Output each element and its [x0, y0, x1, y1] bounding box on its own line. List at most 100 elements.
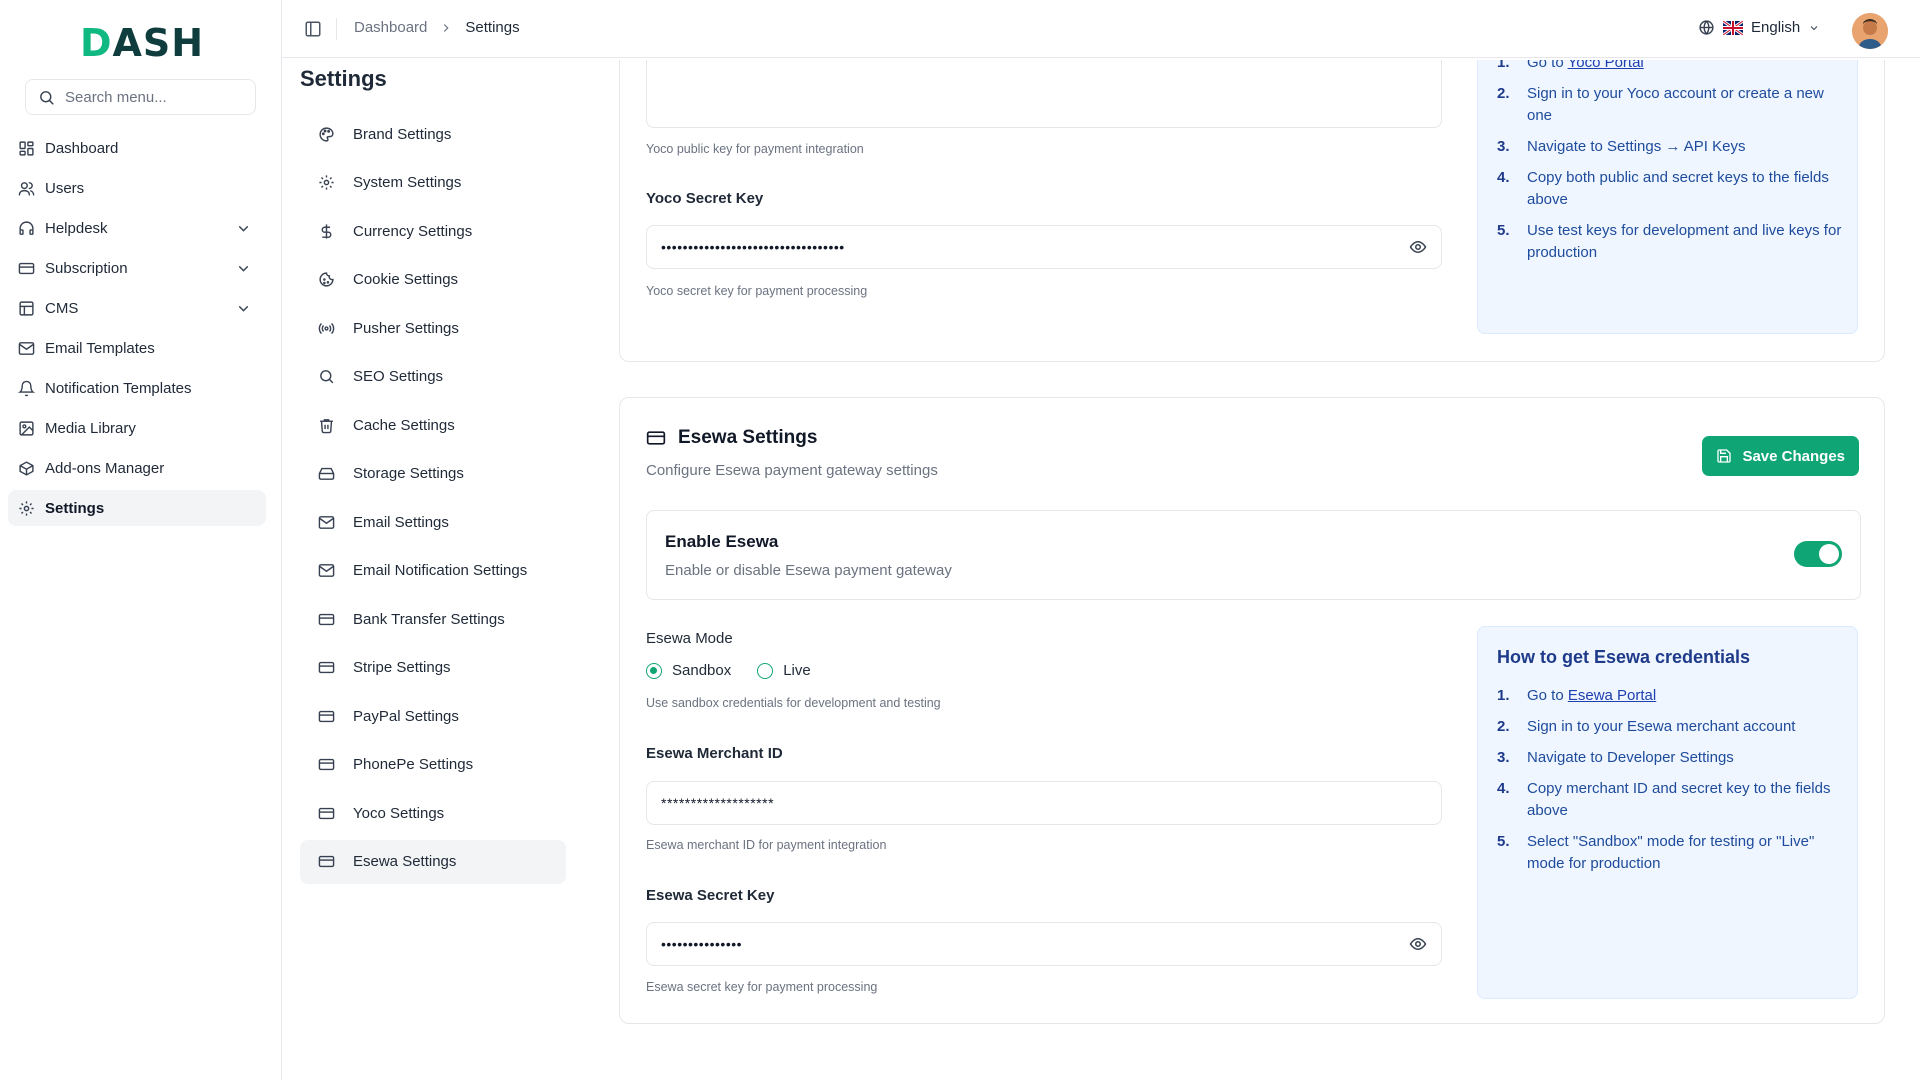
- step-number: 1.: [1497, 60, 1510, 71]
- enable-esewa-subtitle: Enable or disable Esewa payment gateway: [665, 562, 952, 579]
- esewa-mode-help: Use sandbox credentials for development …: [646, 696, 941, 710]
- yoco-public-key-input[interactable]: [646, 60, 1442, 128]
- settings-nav-seo[interactable]: SEO Settings: [300, 355, 566, 399]
- breadcrumb-dashboard[interactable]: Dashboard: [354, 19, 427, 36]
- enable-esewa-toggle[interactable]: [1794, 541, 1842, 567]
- sidebar-item-addons-manager[interactable]: Add-ons Manager: [8, 450, 266, 486]
- settings-nav-email-notification[interactable]: Email Notification Settings: [300, 549, 566, 593]
- step-number: 5.: [1497, 222, 1510, 239]
- sidebar-item-notification-templates[interactable]: Notification Templates: [8, 370, 266, 406]
- settings-nav-paypal[interactable]: PayPal Settings: [300, 694, 566, 738]
- card-icon: [318, 613, 335, 625]
- settings-nav-label: Currency Settings: [353, 222, 473, 240]
- esewa-step: 5. Select "Sandbox" mode for testing or "…: [1497, 831, 1847, 875]
- esewa-portal-link[interactable]: Esewa Portal: [1568, 687, 1656, 704]
- esewa-merchant-value: *******************: [661, 795, 775, 811]
- search-icon: [40, 90, 54, 105]
- chevron-down-icon: [238, 265, 249, 272]
- settings-nav-currency[interactable]: Currency Settings: [300, 209, 566, 253]
- sidebar-item-label: Add-ons Manager: [45, 459, 165, 477]
- chevron-right-icon: [444, 23, 449, 32]
- settings-nav-label: SEO Settings: [353, 368, 444, 385]
- sidebar-search: [25, 79, 256, 115]
- esewa-header: Esewa Settings: [646, 427, 817, 449]
- eye-icon[interactable]: [1409, 238, 1427, 256]
- esewa-merchant-input[interactable]: *******************: [646, 781, 1442, 825]
- yoco-step: 5. Use test keys for development and live…: [1497, 220, 1847, 264]
- yoco-public-key-help: Yoco public key for payment integration: [646, 142, 864, 156]
- mail-icon: [318, 515, 335, 529]
- settings-nav-cookie[interactable]: Cookie Settings: [300, 258, 566, 302]
- logo-letter-d: D: [79, 21, 113, 65]
- settings-nav-bank-transfer[interactable]: Bank Transfer Settings: [300, 597, 566, 641]
- step-text: Navigate to Developer Settings: [1527, 749, 1734, 766]
- sidebar-item-label: CMS: [45, 299, 79, 317]
- settings-nav-email[interactable]: Email Settings: [300, 500, 566, 544]
- settings-nav: Brand Settings System Settings Currency …: [300, 112, 566, 888]
- settings-nav-pusher[interactable]: Pusher Settings: [300, 306, 566, 350]
- sidebar-toggle-icon[interactable]: [304, 20, 322, 38]
- chevron-down-icon: [1810, 25, 1818, 30]
- radio-sandbox[interactable]: Sandbox: [646, 662, 731, 679]
- card-icon: [646, 431, 666, 445]
- sidebar-item-label: Helpdesk: [45, 219, 108, 237]
- sidebar-item-helpdesk[interactable]: Helpdesk: [8, 210, 266, 246]
- sidebar-item-dashboard[interactable]: Dashboard: [8, 130, 266, 166]
- broadcast-icon: [318, 322, 335, 334]
- step-text: Sign in to your Yoco account or create a…: [1527, 85, 1824, 124]
- esewa-step: 2. Sign in to your Esewa merchant account: [1497, 716, 1847, 738]
- image-icon: [19, 420, 34, 436]
- save-changes-button[interactable]: Save Changes: [1702, 436, 1859, 476]
- card-icon: [318, 661, 335, 674]
- step-number: 3.: [1497, 138, 1510, 155]
- sidebar-item-users[interactable]: Users: [8, 170, 266, 206]
- settings-nav-yoco[interactable]: Yoco Settings: [300, 791, 566, 835]
- esewa-step: 3. Navigate to Developer Settings: [1497, 747, 1847, 769]
- yoco-portal-link[interactable]: Yoco Portal: [1568, 60, 1644, 71]
- yoco-secret-key-help: Yoco secret key for payment processing: [646, 284, 868, 298]
- main-nav: Dashboard Users Helpdesk Subscription CM…: [8, 130, 266, 530]
- settings-nav-system[interactable]: System Settings: [300, 161, 566, 205]
- step-text: Sign in to your Esewa merchant account: [1527, 718, 1796, 735]
- sidebar-item-subscription[interactable]: Subscription: [8, 250, 266, 286]
- headset-icon: [19, 220, 34, 235]
- settings-nav-stripe[interactable]: Stripe Settings: [300, 646, 566, 690]
- layout-icon: [19, 300, 34, 316]
- search-icon: [320, 370, 334, 384]
- yoco-instructions-box: 1. Go to Yoco Portal 2. Sign in to your Yo…: [1477, 60, 1858, 334]
- esewa-instructions-box: How to get Esewa credentials 1. Go to Ese…: [1477, 626, 1858, 999]
- logo-text: DASH: [80, 22, 204, 64]
- step-number: 2.: [1497, 85, 1510, 102]
- bell-icon: [18, 380, 35, 396]
- sidebar-item-settings[interactable]: Settings: [8, 490, 266, 526]
- yoco-secret-key-input[interactable]: ••••••••••••••••••••••••••••••••••: [646, 225, 1442, 269]
- save-changes-label: Save Changes: [1742, 447, 1845, 465]
- sidebar-item-email-templates[interactable]: Email Templates: [8, 330, 266, 366]
- sidebar-item-cms[interactable]: CMS: [8, 290, 266, 326]
- logo-letters: ASH: [112, 21, 205, 65]
- yoco-secret-key-value: ••••••••••••••••••••••••••••••••••: [661, 239, 845, 255]
- eye-icon[interactable]: [1409, 935, 1427, 953]
- grid-icon: [19, 140, 34, 156]
- yoco-secret-key-label: Yoco Secret Key: [646, 190, 764, 207]
- radio-live[interactable]: Live: [757, 662, 811, 679]
- settings-nav-label: Yoco Settings: [353, 804, 445, 822]
- settings-nav-phonepe[interactable]: PhonePe Settings: [300, 743, 566, 787]
- step-number: 5.: [1497, 833, 1510, 850]
- dollar-icon: [321, 223, 332, 239]
- esewa-merchant-label: Esewa Merchant ID: [646, 745, 783, 762]
- esewa-secret-input[interactable]: •••••••••••••••: [646, 922, 1442, 966]
- yoco-settings-card: Yoco public key for payment integration …: [619, 60, 1885, 362]
- dash-logo[interactable]: DASH: [80, 22, 204, 64]
- settings-nav-storage[interactable]: Storage Settings: [300, 452, 566, 496]
- search-input[interactable]: [65, 88, 245, 106]
- sidebar-item-media-library[interactable]: Media Library: [8, 410, 266, 446]
- step-number: 4.: [1497, 169, 1510, 186]
- settings-nav-esewa[interactable]: Esewa Settings: [300, 839, 566, 884]
- settings-nav-cache[interactable]: Cache Settings: [300, 403, 566, 447]
- language-selector[interactable]: English: [1698, 19, 1820, 36]
- settings-nav-label: System Settings: [353, 174, 462, 191]
- user-avatar[interactable]: [1852, 13, 1888, 49]
- esewa-step: 1. Go to Esewa Portal: [1497, 685, 1847, 707]
- settings-nav-brand[interactable]: Brand Settings: [300, 112, 566, 156]
